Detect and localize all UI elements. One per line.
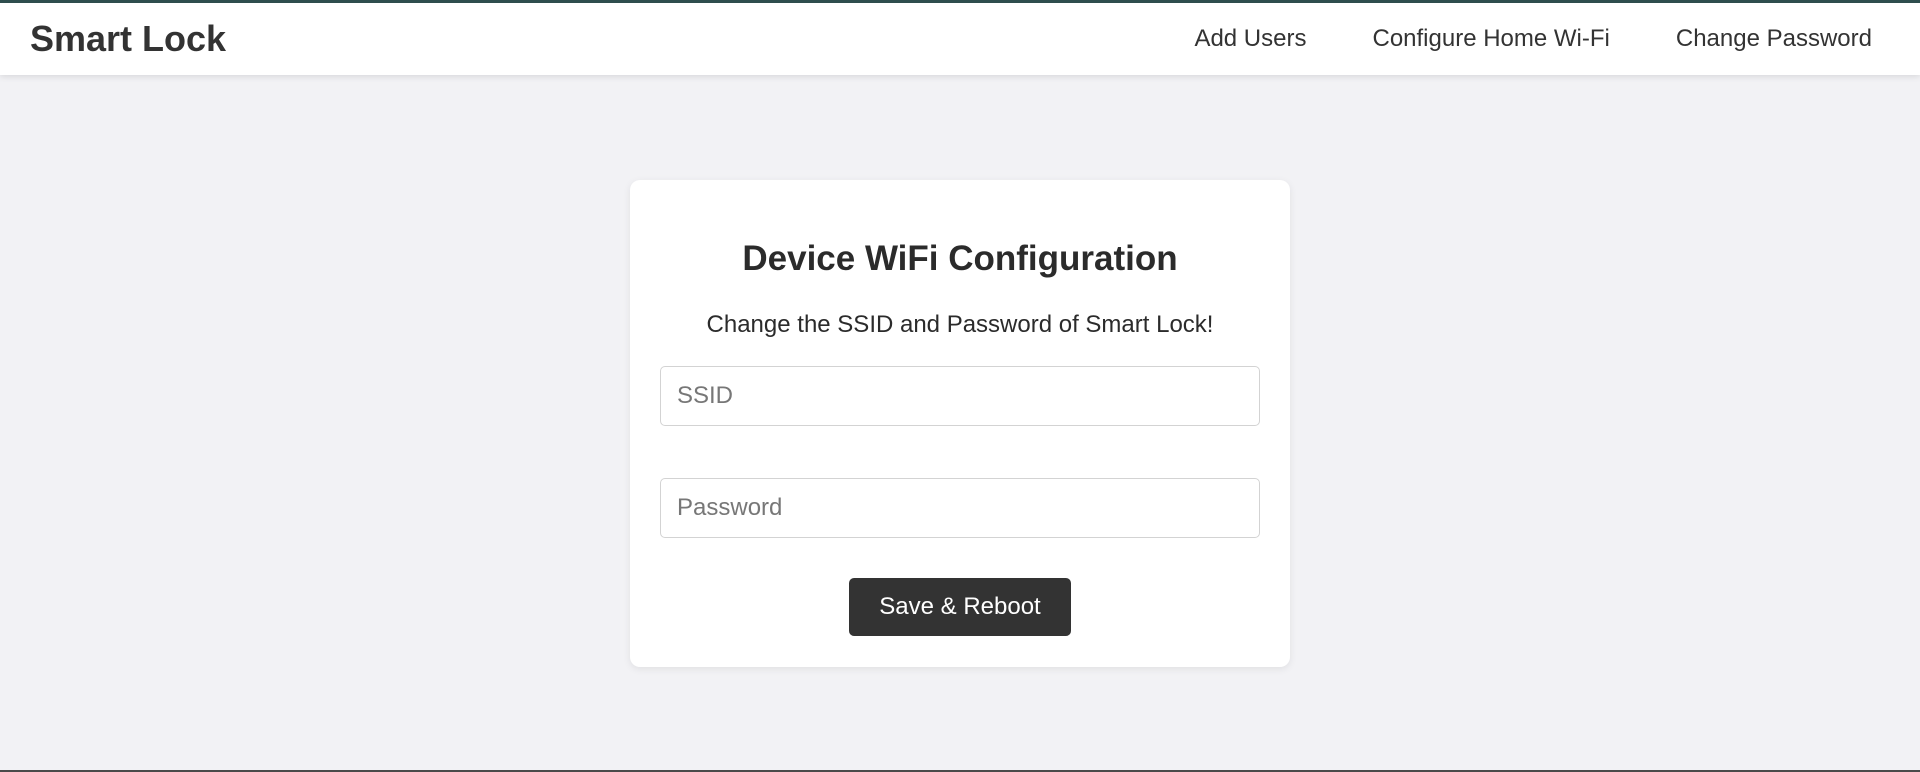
nav-configure-home-wifi-link[interactable]: Configure Home Wi-Fi <box>1372 23 1609 55</box>
card-title: Device WiFi Configuration <box>742 239 1178 278</box>
nav-add-users-link[interactable]: Add Users <box>1194 23 1306 55</box>
navbar: Smart Lock Add Users Configure Home Wi-F… <box>0 3 1920 75</box>
save-reboot-button[interactable]: Save & Reboot <box>849 578 1071 636</box>
card-subtitle: Change the SSID and Password of Smart Lo… <box>706 311 1214 338</box>
wifi-config-card: Device WiFi Configuration Change the SSI… <box>630 180 1290 667</box>
password-input[interactable] <box>660 478 1260 538</box>
nav-links: Add Users Configure Home Wi-Fi Change Pa… <box>1194 23 1872 55</box>
ssid-input[interactable] <box>660 366 1260 426</box>
brand-title: Smart Lock <box>30 18 227 59</box>
nav-change-password-link[interactable]: Change Password <box>1676 23 1872 55</box>
